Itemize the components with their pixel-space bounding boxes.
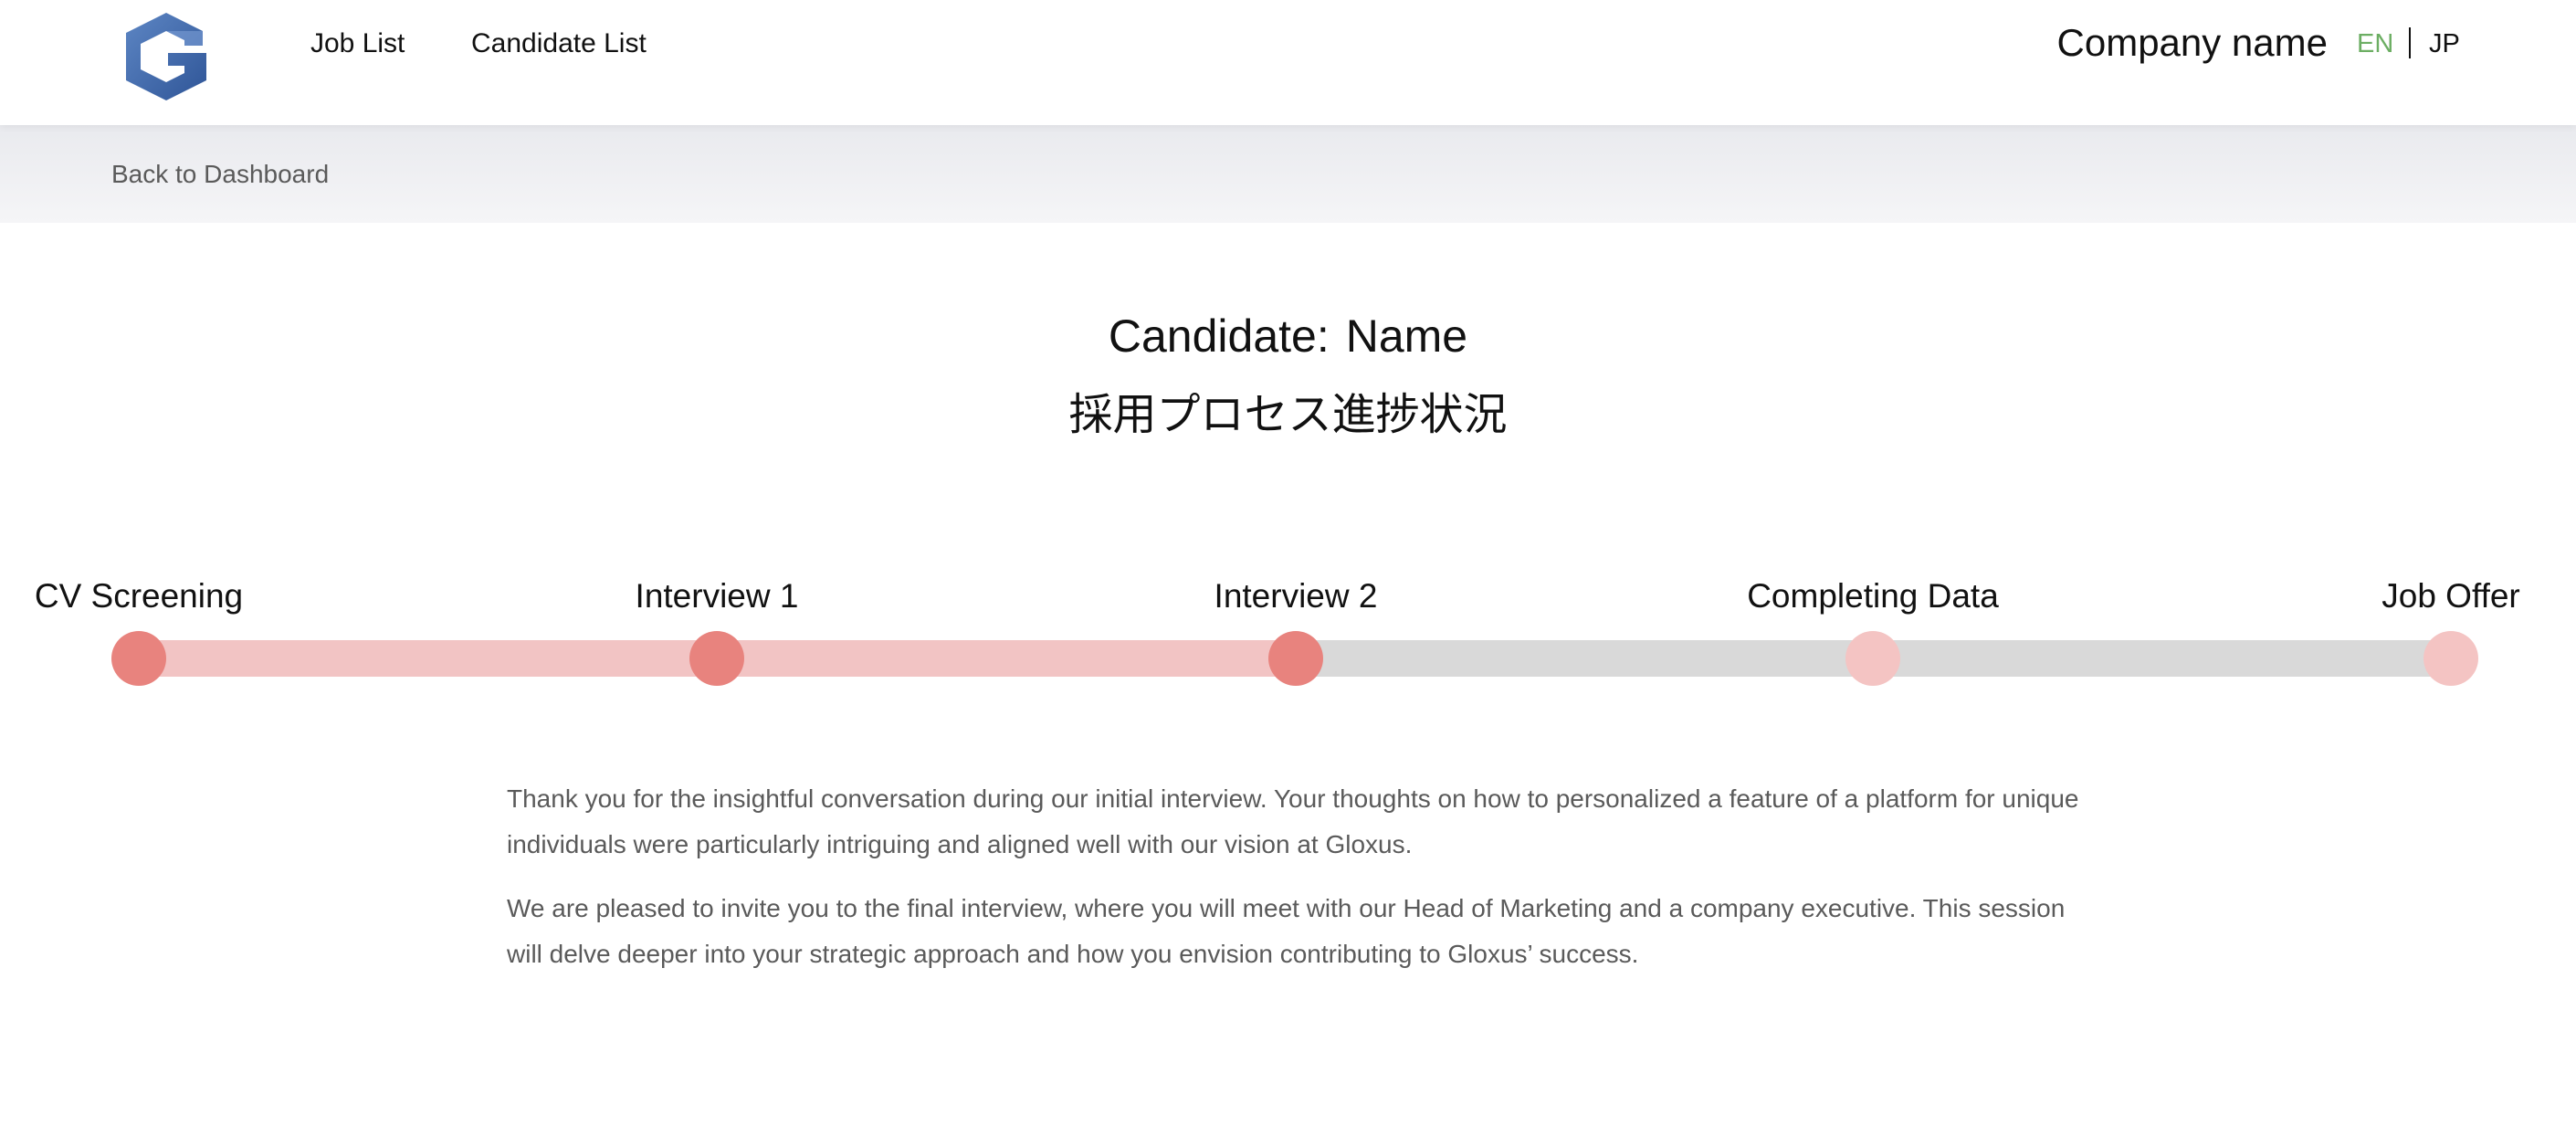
language-separator (2409, 27, 2411, 58)
candidate-message: Thank you for the insightful conversatio… (507, 776, 2105, 995)
stage-label-cv-screening: CV Screening (34, 577, 244, 615)
candidate-name: Name (1345, 310, 1468, 362)
stage-label-job-offer: Job Offer (2381, 577, 2520, 615)
candidate-label: Candidate: (1108, 310, 1330, 362)
language-en-toggle[interactable]: EN (2357, 27, 2393, 60)
stage-label-interview-2: Interview 2 (1214, 577, 1378, 615)
language-jp-toggle[interactable]: JP (2429, 27, 2460, 60)
stage-dot-interview-1 (689, 631, 744, 686)
stage-dot-job-offer (2424, 631, 2478, 686)
breadcrumb-bar (0, 125, 2576, 223)
back-to-dashboard-link[interactable]: Back to Dashboard (111, 158, 329, 191)
nav-candidate-list[interactable]: Candidate List (471, 27, 647, 60)
message-paragraph: Thank you for the insightful conversatio… (507, 784, 2079, 858)
company-name: Company name (2056, 21, 2328, 64)
message-paragraph: We are pleased to invite you to the fina… (507, 894, 2066, 968)
nav-job-list[interactable]: Job List (310, 27, 405, 60)
stage-dot-cv-screening (111, 631, 166, 686)
stage-dot-completing-data (1845, 631, 1900, 686)
process-title: 採用プロセス進捗状況 (1068, 391, 1508, 439)
stage-label-interview-1: Interview 1 (635, 577, 799, 615)
top-navigation-bar: Job List Candidate List Company name EN … (0, 0, 2576, 125)
candidate-heading: Candidate: Name (0, 309, 2576, 363)
stage-dot-interview-2 (1268, 631, 1323, 686)
gloxus-g-logo-icon[interactable] (119, 9, 214, 104)
stage-label-completing-data: Completing Data (1747, 577, 1999, 615)
